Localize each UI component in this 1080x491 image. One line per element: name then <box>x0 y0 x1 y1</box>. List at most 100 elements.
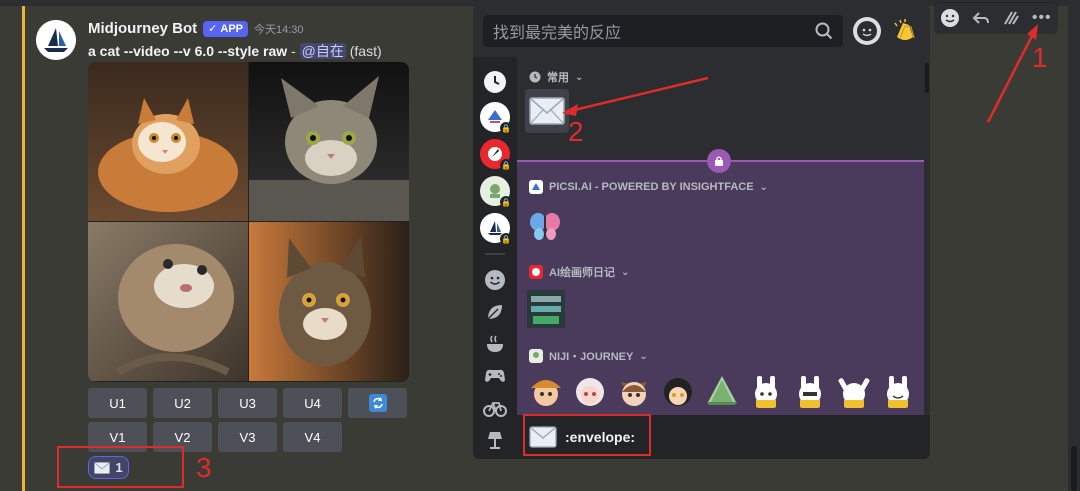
envelope-icon <box>529 97 565 125</box>
app-badge-label: APP <box>220 22 244 35</box>
add-reaction-button[interactable] <box>937 5 963 31</box>
niji-sticker-cat-ears[interactable] <box>615 372 653 410</box>
section-title-ai-diary: AI绘画师日记 <box>549 267 615 279</box>
section-header-picsi[interactable]: PICSI.AI - POWERED BY INSIGHTFACE ⌄ <box>529 180 768 194</box>
niji-logo-icon <box>529 349 543 363</box>
section-title-recent: 常用 <box>547 72 569 84</box>
cat-image-4[interactable] <box>249 222 409 381</box>
search-icon <box>815 22 833 40</box>
category-recent[interactable] <box>480 67 510 97</box>
u2-button[interactable]: U2 <box>153 388 212 418</box>
picker-scroll-thumb[interactable] <box>925 63 929 93</box>
category-nature[interactable] <box>480 297 510 327</box>
skin-tone-button[interactable] <box>891 17 919 45</box>
category-picsi[interactable]: 🔒 <box>480 102 512 134</box>
niji-sticker-bunny-2[interactable] <box>791 372 829 410</box>
reply-icon <box>972 12 989 24</box>
section-header-ai-diary[interactable]: AI绘画师日记 ⌄ <box>529 264 629 280</box>
midjourney-boat-icon <box>36 20 76 60</box>
reroll-button[interactable] <box>348 388 407 418</box>
chevron-down-icon: ⌄ <box>639 350 648 362</box>
cat-image-1[interactable] <box>88 62 248 221</box>
emoji-envelope[interactable] <box>525 89 569 133</box>
apps-button[interactable] <box>998 5 1024 31</box>
avatar[interactable] <box>36 20 76 60</box>
more-options-button[interactable]: ••• <box>1029 5 1055 31</box>
lock-icon: 🔒 <box>500 196 512 208</box>
v4-button[interactable]: V4 <box>283 422 342 452</box>
category-divider <box>485 253 505 255</box>
section-header-recent[interactable]: 常用 ⌄ <box>529 69 583 85</box>
chat-scrollbar[interactable] <box>1068 6 1080 491</box>
checkmark-icon: ✓ <box>208 23 218 35</box>
niji-sticker-white-hair[interactable] <box>571 372 609 410</box>
niji-sticker-bunny-4[interactable] <box>879 372 917 410</box>
food-bowl-icon <box>487 335 503 352</box>
niji-sticker-bunny-1[interactable] <box>747 372 785 410</box>
v3-button[interactable]: V3 <box>218 422 277 452</box>
user-mention[interactable]: @自在 <box>299 43 346 59</box>
bicycle-icon <box>483 402 507 417</box>
category-travel[interactable] <box>480 393 510 423</box>
image-grid[interactable] <box>88 62 409 382</box>
annotation-number-1: 1 <box>1032 42 1048 73</box>
u3-button[interactable]: U3 <box>218 388 277 418</box>
annotation-box-footer <box>523 414 651 456</box>
diary-sticker-icon <box>527 290 565 328</box>
category-ai-diary[interactable]: 🔒 <box>480 139 512 171</box>
clock-icon <box>529 71 541 83</box>
emoji-grid: 常用 ⌄ PICSI.AI - POWERED BY INSIGHTFACE ⌄ <box>517 57 924 415</box>
timestamp: 今天14:30 <box>254 23 304 36</box>
u1-button[interactable]: U1 <box>88 388 147 418</box>
slash-apps-icon <box>1004 11 1020 25</box>
smiley-icon <box>941 9 960 27</box>
padlock-glyph <box>715 156 723 166</box>
clock-icon <box>484 71 506 93</box>
section-title-picsi: PICSI.AI - POWERED BY INSIGHTFACE <box>549 181 754 193</box>
lock-icon: 🔒 <box>500 233 512 245</box>
niji-sticker-black-hair[interactable] <box>659 372 697 410</box>
butterfly-icon <box>530 213 560 240</box>
category-objects[interactable] <box>480 425 510 455</box>
niji-sticker-bunny-3[interactable] <box>835 372 873 410</box>
category-activities[interactable] <box>480 361 510 391</box>
picker-scrollbar[interactable] <box>924 57 930 415</box>
u4-button[interactable]: U4 <box>283 388 342 418</box>
cat-image-3[interactable] <box>88 222 248 381</box>
section-title-niji: NIJI・JOURNEY <box>549 351 634 363</box>
upscale-buttons: U1 U2 U3 U4 <box>88 388 407 418</box>
lock-icon: 🔒 <box>500 159 512 171</box>
annotation-number-3: 3 <box>196 452 212 483</box>
reply-button[interactable] <box>968 5 994 31</box>
category-niji[interactable]: 🔒 <box>480 176 512 208</box>
ai-diary-logo-icon <box>529 265 543 279</box>
annotation-number-2: 2 <box>568 116 584 147</box>
prompt-line: a cat --video --v 6.0 --style raw - @自在 … <box>88 41 382 61</box>
speed-label: (fast) <box>349 43 382 59</box>
locked-emoji-zone: PICSI.AI - POWERED BY INSIGHTFACE ⌄ AI绘画… <box>517 160 924 415</box>
category-midjourney[interactable]: 🔒 <box>480 213 512 245</box>
category-food[interactable] <box>480 329 510 359</box>
prompt-separator: - <box>287 43 300 59</box>
category-sidebar: 🔒 🔒 🔒 🔒 <box>473 57 517 459</box>
emoji-search-input[interactable]: 找到最完美的反应 <box>483 15 843 47</box>
chevron-down-icon: ⌄ <box>621 266 630 278</box>
lock-icon <box>707 149 731 173</box>
lock-icon: 🔒 <box>500 122 512 134</box>
chevron-down-icon: ⌄ <box>759 181 768 193</box>
niji-sticker-rice-dumpling[interactable] <box>703 372 741 410</box>
niji-sticker-girl-hat[interactable] <box>527 372 565 410</box>
chat-scroll-thumb[interactable] <box>1071 446 1077 491</box>
category-people[interactable] <box>480 265 510 295</box>
sparkle-face-icon <box>857 21 877 41</box>
leaf-icon <box>487 305 502 320</box>
author-name[interactable]: Midjourney Bot <box>88 20 197 37</box>
app-badge: ✓ APP <box>203 20 249 37</box>
game-controller-icon <box>485 369 505 382</box>
emoji-ai-diary-sticker[interactable] <box>527 290 565 328</box>
chevron-down-icon: ⌄ <box>575 71 584 83</box>
emoji-skin-button[interactable] <box>853 17 881 45</box>
section-header-niji[interactable]: NIJI・JOURNEY ⌄ <box>529 348 648 364</box>
emoji-picsi-butterfly[interactable] <box>527 208 563 244</box>
cat-image-2[interactable] <box>249 62 409 221</box>
